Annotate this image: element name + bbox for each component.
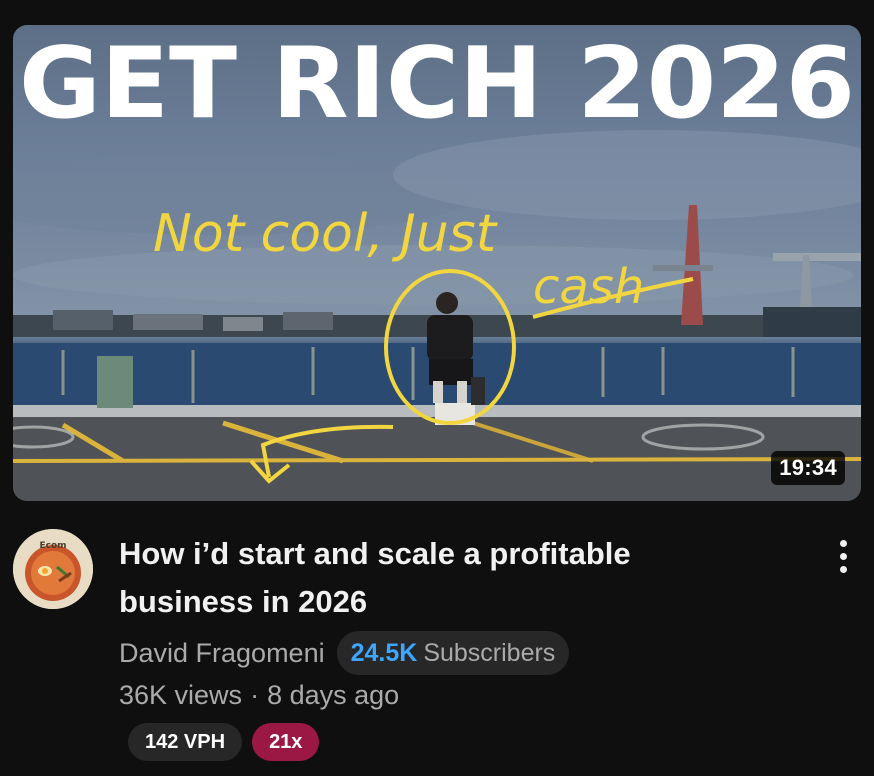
channel-avatar[interactable]: Ecom <box>13 529 93 609</box>
thumbnail-scribble-line2: cash <box>533 259 644 315</box>
vph-badge: 142 VPH <box>128 723 243 761</box>
stats-badges: 142 VPH 21x <box>128 723 320 761</box>
channel-row: David Fragomeni 24.5K Subscribers <box>119 630 570 676</box>
subscriber-count: 24.5K <box>350 638 418 667</box>
meta-separator: · <box>250 680 260 710</box>
thumbnail-image: GET RICH 2026 Not cool, Just cash <box>13 27 861 501</box>
video-thumbnail[interactable]: GET RICH 2026 Not cool, Just cash 19:34 <box>13 25 861 501</box>
thumbnail-scribble-line1: Not cool, Just <box>153 204 498 264</box>
menu-dot <box>839 565 847 573</box>
video-title-line2: business in 2026 <box>119 584 368 619</box>
duration-badge: 19:34 <box>771 451 845 485</box>
upload-age: 8 days ago <box>267 680 400 710</box>
video-card: GET RICH 2026 Not cool, Just cash 19:34 … <box>0 0 874 776</box>
video-metadata: 36K views · 8 days ago <box>119 680 399 711</box>
subscriber-label: Subscribers <box>423 638 556 667</box>
video-title-line1: How i’d start and scale a profitable <box>119 536 631 571</box>
video-title[interactable]: How i’d start and scale a profitable bus… <box>119 530 759 626</box>
avatar-text: Ecom <box>39 541 66 551</box>
menu-dot <box>839 539 847 547</box>
more-vert-icon[interactable] <box>828 536 858 576</box>
channel-name[interactable]: David Fragomeni <box>119 638 325 669</box>
outlier-multiplier-badge: 21x <box>252 723 320 761</box>
thumbnail-headline: GET RICH 2026 <box>19 27 855 141</box>
view-count: 36K views <box>119 680 243 710</box>
avatar-image: Ecom <box>13 529 93 609</box>
menu-dot <box>839 552 847 560</box>
subscriber-pill: 24.5K Subscribers <box>336 631 570 675</box>
